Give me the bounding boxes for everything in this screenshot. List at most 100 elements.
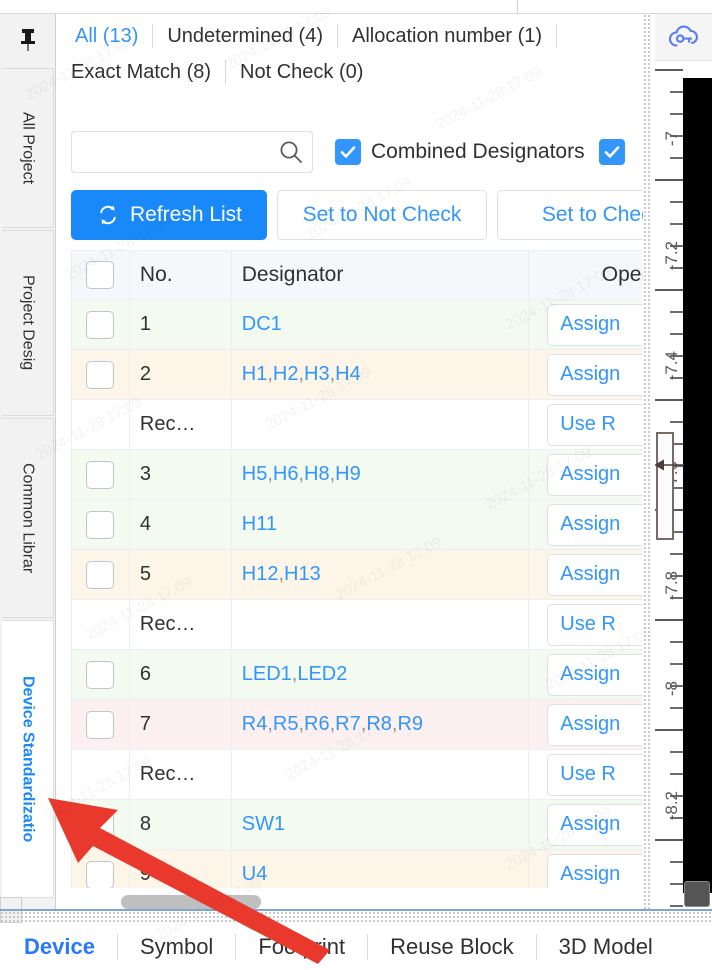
designator-token[interactable]: SW1 bbox=[242, 813, 285, 835]
table-row[interactable]: 4H11Assign bbox=[72, 500, 643, 550]
refresh-list-button[interactable]: Refresh List bbox=[71, 190, 267, 240]
select-all-checkbox[interactable] bbox=[86, 261, 114, 289]
sidebar-item-common-library[interactable]: Common Librar bbox=[2, 418, 54, 618]
row-checkbox[interactable] bbox=[86, 561, 114, 589]
table-row[interactable]: Rec…Use R bbox=[72, 600, 643, 650]
designator-token[interactable]: R7 bbox=[335, 713, 361, 735]
use-recommend-button[interactable]: Use R bbox=[547, 604, 643, 646]
table-row[interactable]: 1DC1Assign bbox=[72, 300, 643, 350]
designator-token[interactable]: H4 bbox=[335, 363, 361, 385]
designator-token[interactable]: U4 bbox=[242, 863, 268, 885]
row-select-cell[interactable] bbox=[72, 650, 130, 700]
row-select-cell[interactable] bbox=[72, 500, 130, 550]
assign-button[interactable]: Assign bbox=[547, 704, 643, 746]
designator-token[interactable]: H13 bbox=[284, 563, 321, 585]
row-select-cell[interactable] bbox=[72, 300, 130, 350]
assign-button[interactable]: Assign bbox=[547, 654, 643, 696]
set-to-check-button[interactable]: Set to Check bbox=[497, 190, 643, 240]
table-row[interactable]: 3H5,H6,H8,H9Assign bbox=[72, 450, 643, 500]
designator-token[interactable]: LED1 bbox=[242, 663, 292, 685]
tab-reuse-block[interactable]: Reuse Block bbox=[368, 934, 536, 960]
filter-tab-exact-match[interactable]: Exact Match (8) bbox=[71, 54, 225, 90]
assign-button[interactable]: Assign bbox=[547, 354, 643, 396]
table-row[interactable]: 7R4,R5,R6,R7,R8,R9Assign bbox=[72, 700, 643, 750]
row-select-cell[interactable] bbox=[72, 850, 130, 888]
tab-symbol[interactable]: Symbol bbox=[118, 934, 235, 960]
designator-token[interactable]: H8 bbox=[304, 463, 330, 485]
ruler-selection-range[interactable] bbox=[656, 432, 674, 540]
row-select-cell[interactable] bbox=[72, 700, 130, 750]
designator-token[interactable]: H3 bbox=[304, 363, 330, 385]
designator-token[interactable]: H11 bbox=[242, 513, 277, 535]
row-checkbox[interactable] bbox=[86, 711, 114, 739]
filter-tab-all[interactable]: All (13) bbox=[71, 18, 152, 54]
assign-button[interactable]: Assign bbox=[547, 304, 643, 346]
row-checkbox[interactable] bbox=[86, 811, 114, 839]
search-input[interactable] bbox=[84, 141, 278, 164]
panel-resize-handle[interactable] bbox=[643, 14, 652, 909]
row-checkbox[interactable] bbox=[86, 511, 114, 539]
row-select-cell[interactable] bbox=[72, 450, 130, 500]
assign-button[interactable]: Assign bbox=[547, 554, 643, 596]
filter-tab-undetermined[interactable]: Undetermined (4) bbox=[167, 18, 337, 54]
row-designator[interactable]: R4,R5,R6,R7,R8,R9 bbox=[232, 700, 530, 750]
designator-token[interactable]: LED2 bbox=[297, 663, 347, 685]
search-box[interactable] bbox=[71, 131, 313, 173]
assign-button[interactable]: Assign bbox=[547, 504, 643, 546]
row-select-cell[interactable] bbox=[72, 550, 130, 600]
table-row[interactable]: 5H12,H13Assign bbox=[72, 550, 643, 600]
row-designator[interactable]: H12,H13 bbox=[232, 550, 530, 600]
cloud-key-icon[interactable] bbox=[655, 14, 712, 61]
designator-token[interactable]: R9 bbox=[397, 713, 423, 735]
assign-button[interactable]: Assign bbox=[547, 804, 643, 846]
designator-token[interactable]: H1 bbox=[242, 363, 268, 385]
assign-button[interactable]: Assign bbox=[547, 454, 643, 496]
designator-token[interactable]: R5 bbox=[273, 713, 299, 735]
designator-token[interactable]: R8 bbox=[366, 713, 392, 735]
sidebar-item-device-standardization[interactable]: Device Standardizatio bbox=[2, 620, 54, 898]
row-checkbox[interactable] bbox=[86, 661, 114, 689]
horizontal-scroll-thumb[interactable] bbox=[121, 895, 261, 909]
ruler-bottom-grip[interactable] bbox=[684, 881, 710, 907]
table-row[interactable]: 6LED1,LED2Assign bbox=[72, 650, 643, 700]
table-header-select-all[interactable] bbox=[72, 251, 130, 300]
table-row[interactable]: 2H1,H2,H3,H4Assign bbox=[72, 350, 643, 400]
use-recommend-button[interactable]: Use R bbox=[547, 754, 643, 796]
use-recommend-button[interactable]: Use R bbox=[547, 404, 643, 446]
table-row[interactable]: Rec…Use R bbox=[72, 750, 643, 800]
row-designator[interactable]: H5,H6,H8,H9 bbox=[232, 450, 530, 500]
designator-token[interactable]: H9 bbox=[335, 463, 361, 485]
sidebar-item-project-design[interactable]: Project Desig bbox=[2, 230, 54, 416]
row-checkbox[interactable] bbox=[86, 311, 114, 339]
filter-tab-allocation-number[interactable]: Allocation number (1) bbox=[352, 18, 556, 54]
tab-footprint[interactable]: Footprint bbox=[236, 934, 367, 960]
row-designator[interactable]: U4 bbox=[232, 850, 530, 888]
row-designator[interactable]: LED1,LED2 bbox=[232, 650, 530, 700]
table-row[interactable]: 8SW1Assign bbox=[72, 800, 643, 850]
row-select-cell[interactable] bbox=[72, 350, 130, 400]
secondary-option-checkbox[interactable] bbox=[599, 139, 625, 165]
filter-tab-not-check[interactable]: Not Check (0) bbox=[240, 54, 377, 90]
pushpin-icon[interactable] bbox=[0, 14, 55, 66]
row-checkbox[interactable] bbox=[86, 461, 114, 489]
row-designator[interactable]: H1,H2,H3,H4 bbox=[232, 350, 530, 400]
sidebar-item-all-project[interactable]: All Project bbox=[2, 68, 54, 228]
tab-device[interactable]: Device bbox=[20, 934, 117, 960]
table-horizontal-scrollbar[interactable] bbox=[71, 890, 643, 909]
designator-token[interactable]: H12 bbox=[242, 563, 279, 585]
set-to-not-check-button[interactable]: Set to Not Check bbox=[277, 190, 487, 240]
search-icon[interactable] bbox=[278, 139, 304, 165]
designator-token[interactable]: H6 bbox=[273, 463, 299, 485]
row-designator[interactable]: H11 bbox=[232, 500, 530, 550]
row-checkbox[interactable] bbox=[86, 361, 114, 389]
designator-token[interactable]: H2 bbox=[273, 363, 299, 385]
row-checkbox[interactable] bbox=[86, 861, 114, 889]
row-designator[interactable]: DC1 bbox=[232, 300, 530, 350]
assign-button[interactable]: Assign bbox=[547, 854, 643, 889]
designator-token[interactable]: DC1 bbox=[242, 313, 282, 335]
table-row[interactable]: 9U4Assign bbox=[72, 850, 643, 888]
designator-token[interactable]: H5 bbox=[242, 463, 268, 485]
combined-designators-checkbox[interactable] bbox=[335, 139, 361, 165]
designator-token[interactable]: R6 bbox=[304, 713, 330, 735]
row-designator[interactable]: SW1 bbox=[232, 800, 530, 850]
